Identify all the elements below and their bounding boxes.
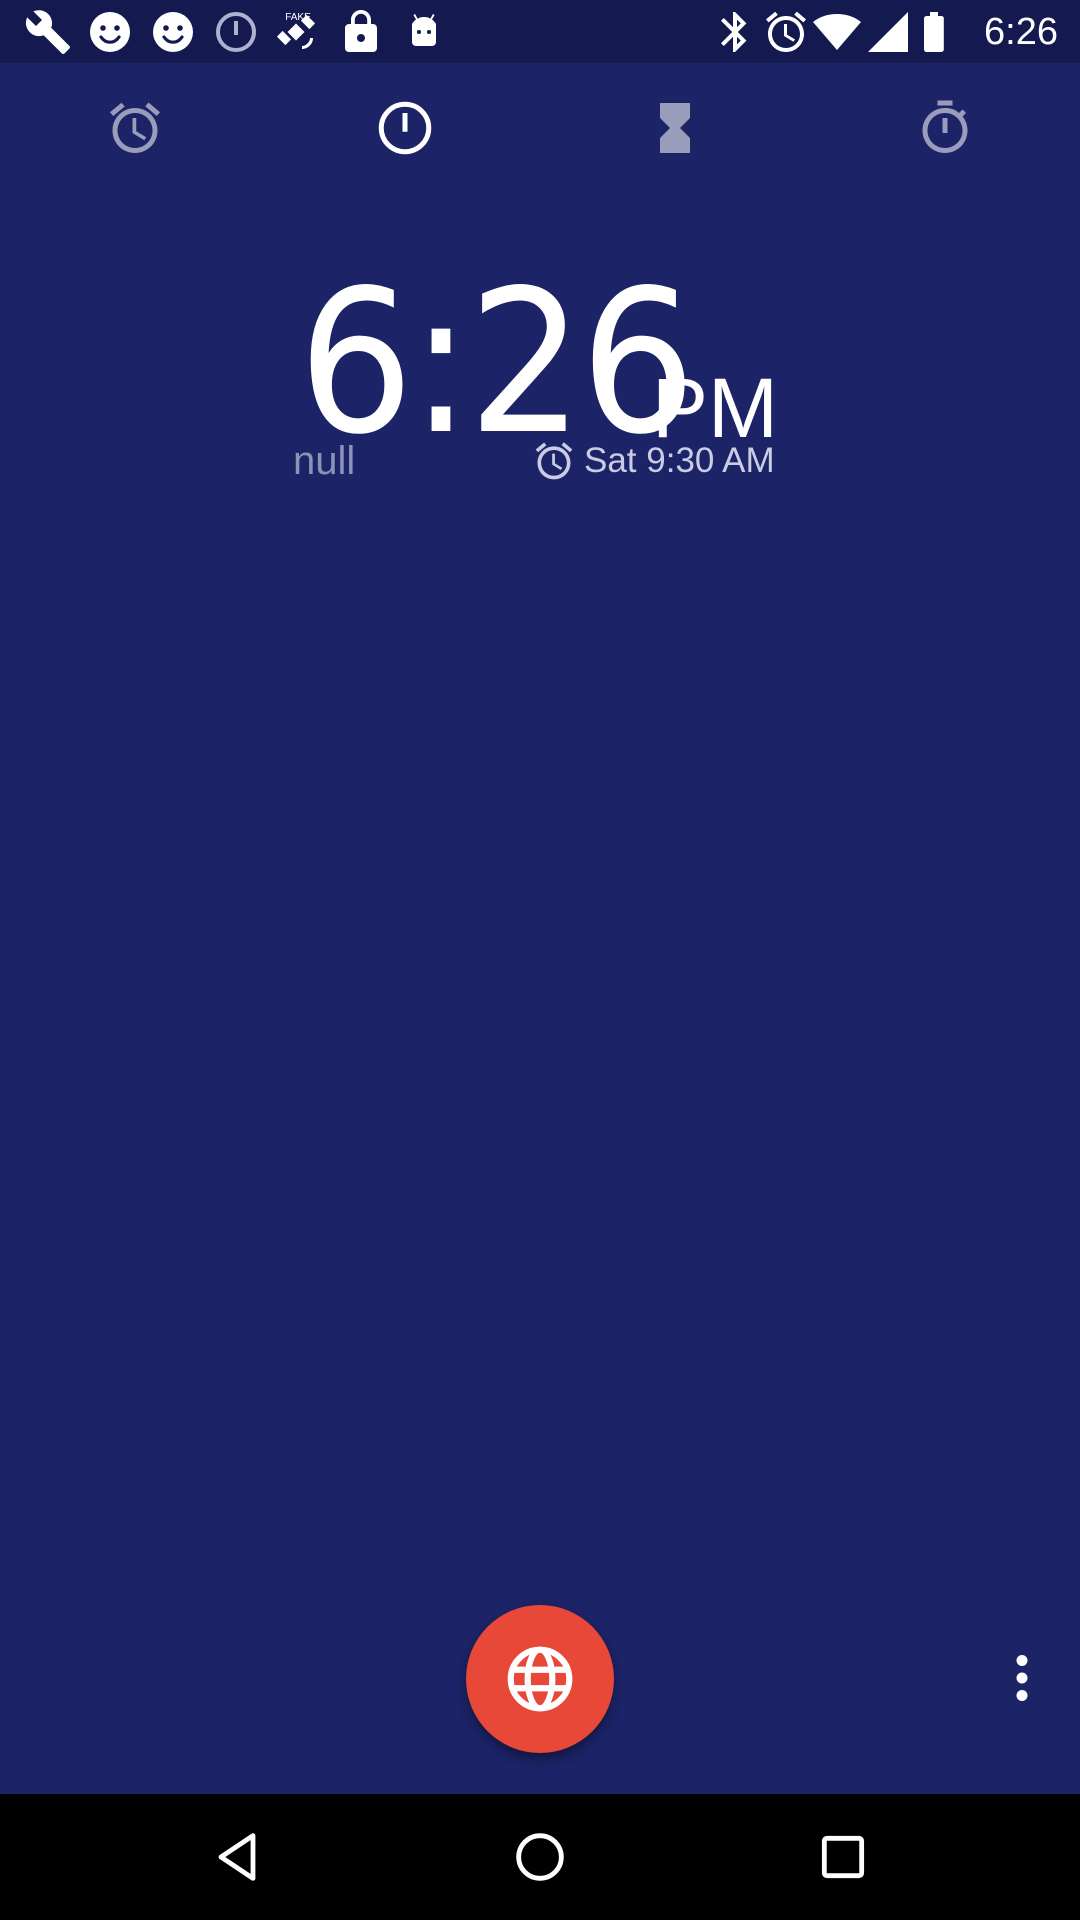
alarm-info-icon [212, 8, 260, 56]
recents-icon [821, 1835, 865, 1879]
wrench-icon [24, 8, 72, 56]
home-button[interactable] [505, 1822, 575, 1892]
clock-info-row: null Sat 9:30 AM [0, 433, 1080, 493]
back-button[interactable] [202, 1822, 272, 1892]
recents-button[interactable] [808, 1822, 878, 1892]
clock-app: 6:26 PM null Sat 9:30 AM [0, 63, 1080, 1794]
back-icon [218, 1833, 256, 1881]
hourglass-icon [660, 103, 690, 153]
tab-timer[interactable] [640, 93, 710, 163]
date-label: null [293, 439, 356, 483]
signal-icon [864, 8, 912, 56]
overflow-menu-button[interactable] [992, 1643, 1052, 1713]
world-clock-button[interactable] [466, 1605, 614, 1753]
svg-text:FAKE: FAKE [285, 12, 311, 23]
wifi-icon [813, 8, 861, 56]
alarm-status-icon [762, 8, 810, 56]
clock-icon [378, 101, 432, 155]
lock-icon [337, 8, 385, 56]
navigation-bar [0, 1794, 1080, 1920]
status-bar: FAKE 6:26 [0, 0, 1080, 63]
tab-alarm[interactable] [100, 93, 170, 163]
stopwatch-icon [922, 100, 968, 153]
alarm-icon [110, 102, 160, 153]
globe-icon [507, 1646, 573, 1712]
smiley-icon [149, 8, 197, 56]
tab-clock[interactable] [370, 93, 440, 163]
battery-icon [910, 8, 958, 56]
digital-clock: 6:26 PM [0, 223, 1080, 463]
smiley-icon [86, 8, 134, 56]
fake-gps-icon: FAKE [274, 8, 322, 56]
home-icon [516, 1833, 564, 1881]
next-alarm-icon [535, 442, 573, 480]
bluetooth-icon [711, 8, 759, 56]
android-icon [400, 8, 448, 56]
next-alarm-text: Sat 9:30 AM [584, 441, 775, 480]
tab-stopwatch[interactable] [910, 93, 980, 163]
more-vert-icon [1016, 1655, 1028, 1701]
status-time: 6:26 [984, 11, 1058, 53]
next-alarm[interactable]: Sat 9:30 AM [532, 433, 775, 489]
tab-bar [0, 63, 1080, 193]
